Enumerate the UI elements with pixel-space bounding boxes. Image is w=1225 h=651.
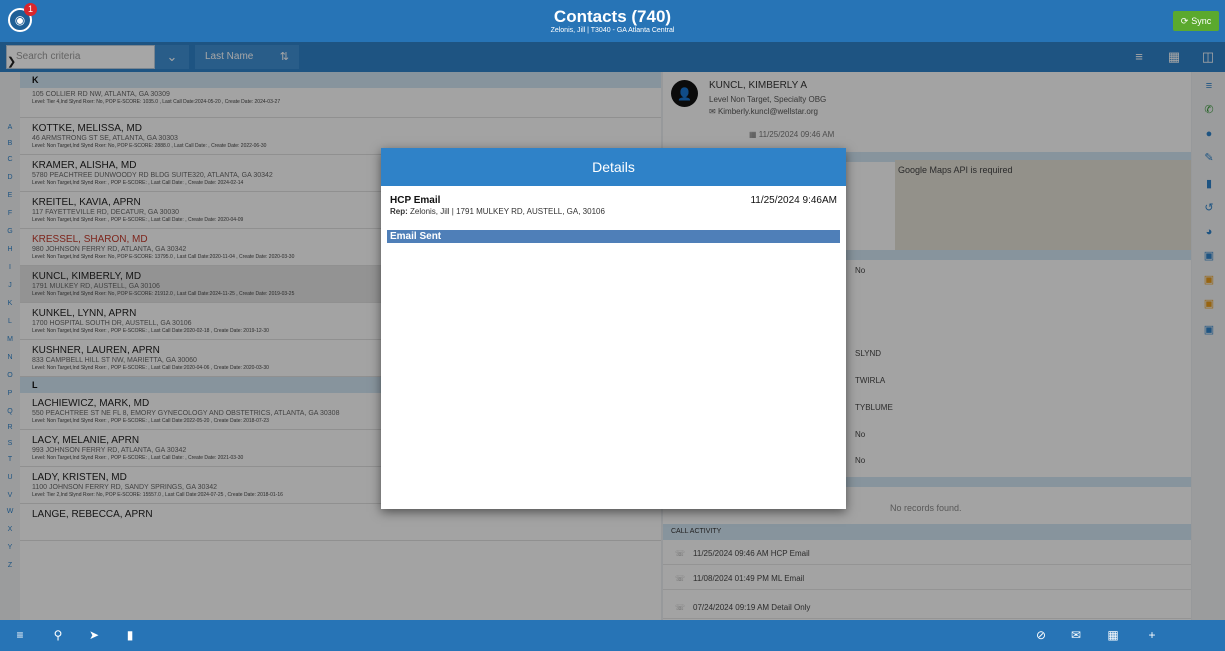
bottom-bar: ≡ ⚲ ➤ ▮ ⊘ ✉ ▦ + [0,620,1225,651]
sync-icon: ⟳ [1180,15,1189,26]
page-subtitle: Zelonis, Jill | T3040 - GA Atlanta Centr… [550,27,675,34]
no-navigation-icon[interactable]: ⊘ [1033,628,1049,642]
rep-info: Rep: Zelonis, Jill | 1791 MULKEY RD, AUS… [390,207,605,216]
map-pin-icon[interactable]: ⚲ [50,628,66,642]
add-icon[interactable]: + [1144,628,1160,642]
modal-title: Details [381,148,846,186]
top-bar: ◉ 1 Contacts (740) Zelonis, Jill | T3040… [0,0,1225,42]
status-bar: Email Sent [387,230,840,243]
mail-icon[interactable]: ✉ [1068,628,1084,642]
details-modal: Details HCP Email 11/25/2024 9:46AM Rep:… [381,148,846,509]
navigation-icon[interactable]: ➤ [86,628,102,642]
bookmark-icon[interactable]: ▮ [122,628,138,642]
page-title: Contacts (740) [553,7,672,26]
call-datetime: 11/25/2024 9:46AM [750,195,837,206]
rep-value: Zelonis, Jill | 1791 MULKEY RD, AUSTELL,… [410,207,605,216]
sync-label: Sync [1191,16,1212,26]
rep-label: Rep: [390,207,408,216]
map-icon[interactable]: ▦ [1105,628,1121,642]
sync-button[interactable]: ⟳ Sync [1173,11,1219,31]
list-icon[interactable]: ≡ [12,628,28,642]
call-type: HCP Email [390,195,441,206]
